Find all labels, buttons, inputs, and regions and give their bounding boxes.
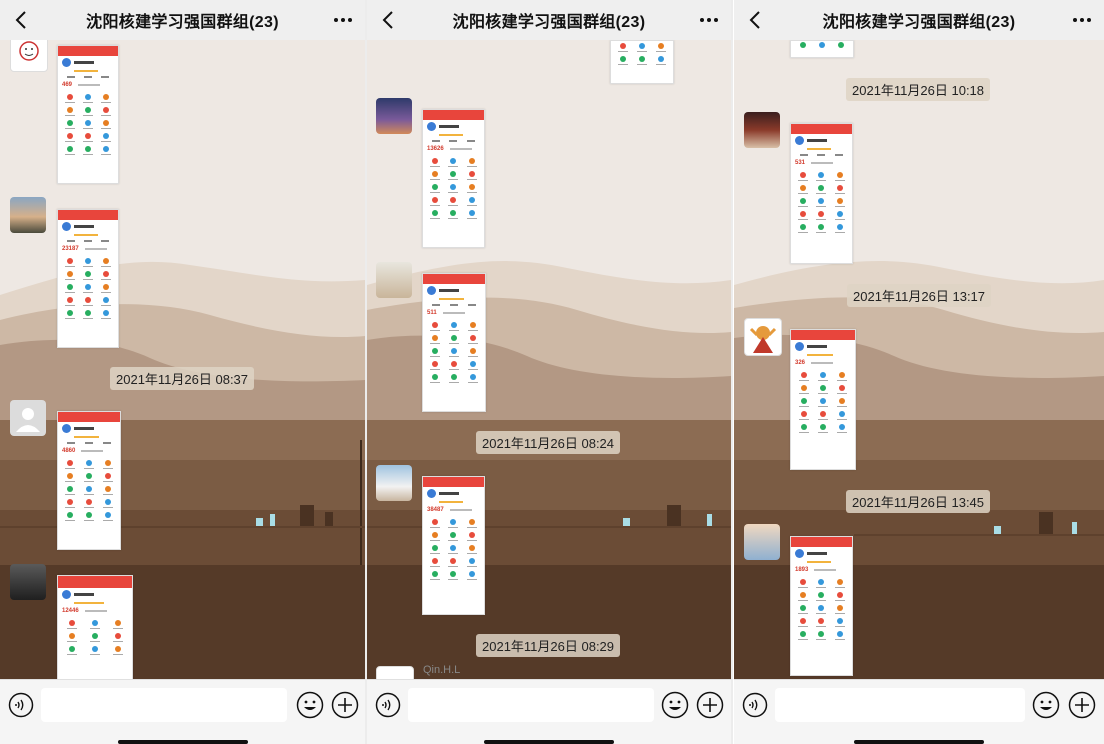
chat-header: 沈阳核建学习强国群组(23) <box>367 0 731 40</box>
voice-icon[interactable] <box>8 692 34 718</box>
chat-panel-3: 沈阳核建学习强国群组(23) 2021年11月26日 10:18 531 202… <box>734 0 1104 744</box>
points-value: 326 <box>795 360 806 366</box>
panel-divider <box>731 0 733 744</box>
chat-header: 沈阳核建学习强国群组(23) <box>734 0 1104 40</box>
image-message[interactable]: 531 <box>790 123 853 264</box>
image-message[interactable]: 469 <box>57 45 119 184</box>
avatar[interactable] <box>744 318 782 356</box>
avatar[interactable] <box>376 262 412 298</box>
points-value: 1893 <box>795 567 809 573</box>
more-dots-icon[interactable] <box>697 8 721 32</box>
points-value: 511 <box>427 310 437 316</box>
chat-header: 沈阳核建学习强国群组(23) <box>0 0 365 40</box>
back-chevron-icon[interactable] <box>10 8 34 32</box>
avatar[interactable] <box>744 112 780 148</box>
voice-icon[interactable] <box>742 692 768 718</box>
image-message[interactable]: 511 <box>422 273 486 412</box>
home-indicator <box>854 740 984 744</box>
image-message[interactable]: 326 <box>790 329 856 470</box>
avatar[interactable] <box>10 197 46 233</box>
points-value: 469 <box>62 82 73 88</box>
chat-panel-2: 沈阳核建学习强国群组(23) Qin.H.L 13626 511 2021年11… <box>367 0 731 744</box>
image-message[interactable]: 1893 <box>790 536 853 676</box>
more-dots-icon[interactable] <box>331 8 355 32</box>
avatar[interactable] <box>376 465 412 501</box>
image-message[interactable]: 13626 <box>422 109 485 248</box>
image-message[interactable] <box>610 40 674 84</box>
avatar[interactable] <box>744 524 780 560</box>
timestamp: 2021年11月26日 08:24 <box>476 431 621 454</box>
more-dots-icon[interactable] <box>1070 8 1094 32</box>
timestamp: 2021年11月26日 13:17 <box>847 284 992 307</box>
chat-panel-1: 沈阳核建学习强国群组(23) 469 23187 2021年11月26日 08:… <box>0 0 365 744</box>
voice-icon[interactable] <box>375 692 401 718</box>
back-chevron-icon[interactable] <box>377 8 401 32</box>
message-input[interactable] <box>775 688 1025 722</box>
chat-title: 沈阳核建学习强国群组(23) <box>822 14 1016 31</box>
emoji-icon[interactable] <box>1032 691 1060 719</box>
avatar[interactable] <box>376 98 412 134</box>
image-message[interactable]: 38487 <box>422 476 485 615</box>
emoji-icon[interactable] <box>661 691 689 719</box>
points-value: 12446 <box>62 608 79 614</box>
plus-circle-icon[interactable] <box>1068 691 1096 719</box>
image-message[interactable] <box>790 40 854 58</box>
emoji-icon[interactable] <box>296 691 324 719</box>
points-value: 4860 <box>62 448 76 454</box>
sender-name: Qin.H.L <box>423 664 461 676</box>
points-value: 13626 <box>427 146 444 152</box>
chat-input-bar <box>367 679 731 744</box>
timestamp: 2021年11月26日 08:37 <box>110 367 255 390</box>
points-value: 38487 <box>427 507 444 513</box>
chat-input-bar <box>0 679 365 744</box>
message-input[interactable] <box>408 688 654 722</box>
plus-circle-icon[interactable] <box>331 691 359 719</box>
chat-wallpaper <box>0 40 365 680</box>
home-indicator <box>484 740 614 744</box>
chat-title: 沈阳核建学习强国群组(23) <box>86 14 279 31</box>
timestamp: 2021年11月26日 10:18 <box>846 78 991 101</box>
back-chevron-icon[interactable] <box>744 8 768 32</box>
avatar[interactable] <box>10 564 46 600</box>
avatar[interactable] <box>10 400 46 436</box>
points-value: 23187 <box>62 246 79 252</box>
home-indicator <box>117 740 248 744</box>
image-message[interactable]: 12446 <box>57 575 133 682</box>
chat-input-bar <box>734 679 1104 744</box>
points-value: 531 <box>795 160 806 166</box>
timestamp: 2021年11月26日 13:45 <box>846 490 991 513</box>
chat-title: 沈阳核建学习强国群组(23) <box>452 14 646 31</box>
timestamp: 2021年11月26日 08:29 <box>476 634 621 657</box>
image-message[interactable]: 4860 <box>57 411 121 550</box>
message-input[interactable] <box>41 688 287 722</box>
plus-circle-icon[interactable] <box>696 691 724 719</box>
image-message[interactable]: 23187 <box>57 209 119 348</box>
